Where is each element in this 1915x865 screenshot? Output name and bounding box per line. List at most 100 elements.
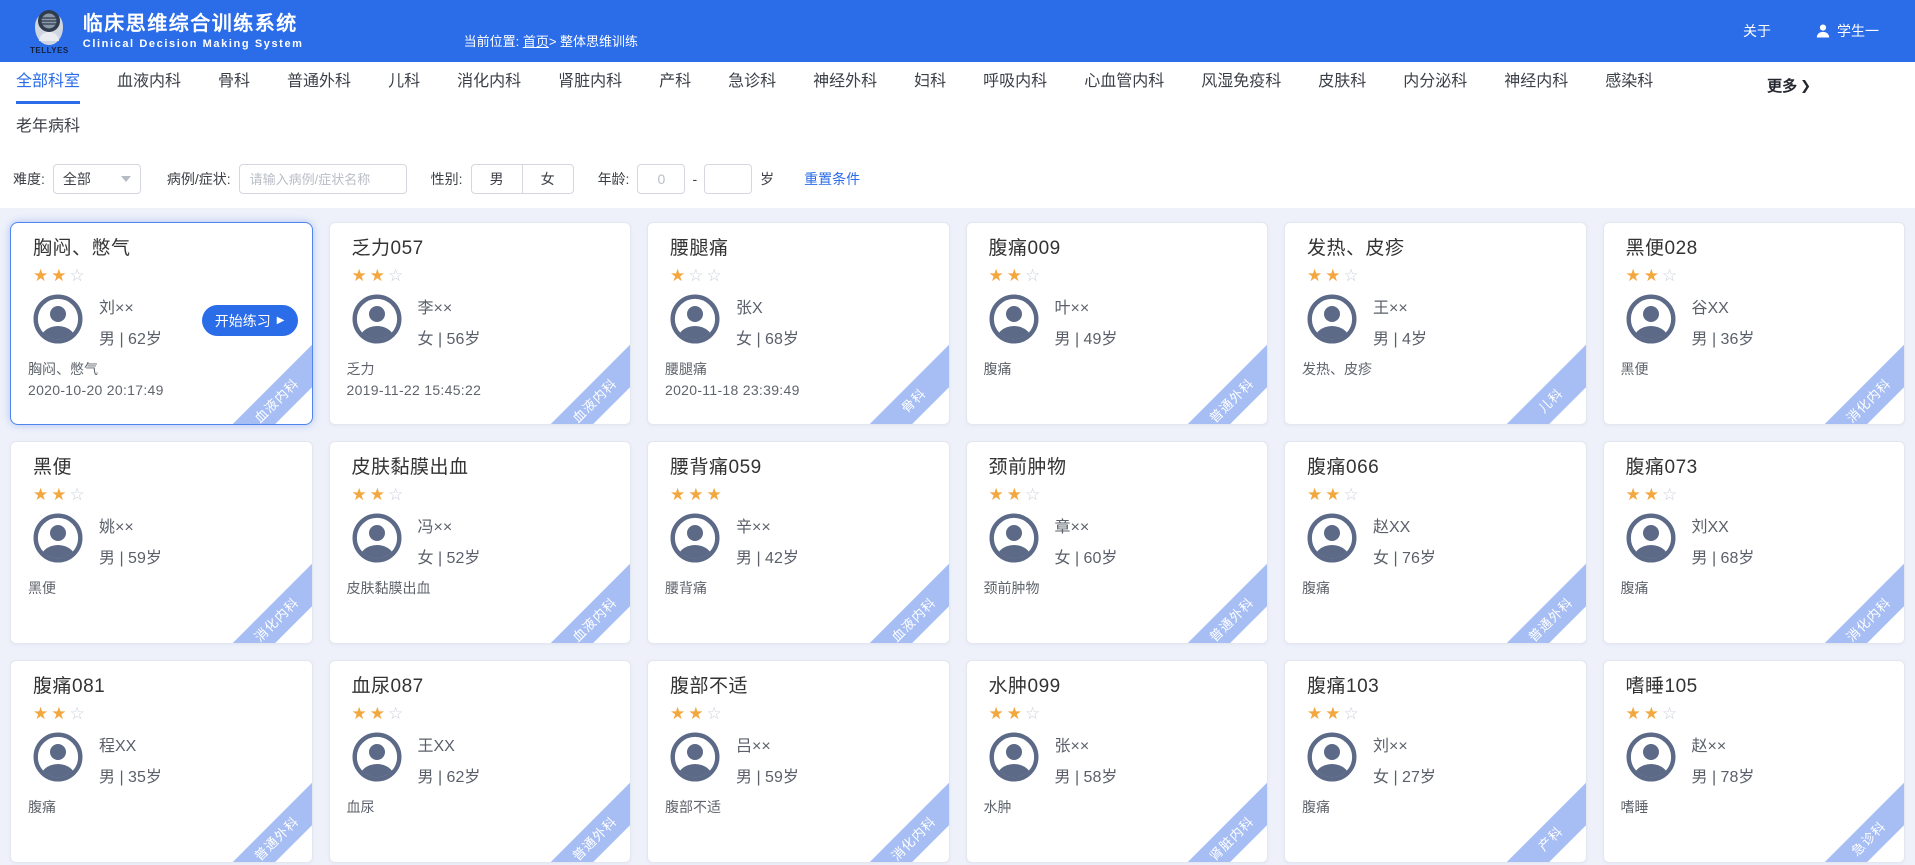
breadcrumb-separator: >	[549, 34, 557, 49]
dept-tab[interactable]: 神经外科	[813, 62, 877, 104]
patient-row: 章××女 | 60岁	[989, 513, 1268, 568]
patient-name: 赵XX	[1373, 513, 1436, 537]
case-card[interactable]: 腹痛081★★☆程XX男 | 35岁腹痛普通外科	[10, 660, 313, 863]
age-max-input[interactable]	[704, 164, 752, 194]
breadcrumb-current: 整体思维训练	[560, 34, 638, 49]
case-card[interactable]: 腹痛009★★☆叶××男 | 49岁腹痛普通外科	[966, 222, 1269, 425]
dept-tab[interactable]: 消化内科	[457, 62, 521, 104]
dept-tab[interactable]: 神经内科	[1504, 62, 1568, 104]
case-card[interactable]: 腹痛073★★☆刘XX男 | 68岁腹痛消化内科	[1603, 441, 1906, 644]
difficulty-stars: ★★☆	[1626, 704, 1905, 724]
patient-row: 冯××女 | 52岁	[352, 513, 631, 568]
star-icon: ☆	[1662, 485, 1680, 504]
case-title: 黑便	[33, 456, 312, 480]
star-icon: ★	[707, 485, 725, 504]
breadcrumb-home-link[interactable]: 首页	[523, 34, 549, 49]
patient-row: 李××女 | 56岁	[352, 294, 631, 349]
case-symptom: 血尿	[347, 797, 375, 817]
case-symptom: 黑便	[28, 578, 56, 598]
case-card[interactable]: 颈前肿物★★☆章××女 | 60岁颈前肿物普通外科	[966, 441, 1269, 644]
dept-tab[interactable]: 急诊科	[728, 62, 776, 104]
chevron-right-icon: ❯	[1800, 78, 1811, 94]
start-practice-label: 开始练习	[215, 311, 271, 331]
patient-gender-age: 男 | 78岁	[1692, 763, 1755, 787]
case-title: 黑便028	[1626, 237, 1905, 261]
more-label: 更多	[1767, 75, 1797, 96]
case-symptom: 皮肤黏膜出血	[347, 578, 431, 598]
case-card[interactable]: 腹部不适★★☆吕××男 | 59岁腹部不适消化内科	[647, 660, 950, 863]
patient-gender-age: 男 | 62岁	[99, 325, 162, 349]
patient-name: 刘××	[1373, 732, 1436, 756]
user-menu[interactable]: 学生一	[1815, 21, 1879, 41]
patient-name: 王XX	[418, 732, 481, 756]
dept-tab[interactable]: 骨科	[218, 62, 250, 104]
patient-row: 刘××女 | 27岁	[1307, 732, 1586, 787]
patient-gender-age: 男 | 49岁	[1055, 325, 1118, 349]
dept-tab[interactable]: 妇科	[914, 62, 946, 104]
dept-tab[interactable]: 风湿免疫科	[1201, 62, 1281, 104]
star-icon: ★	[989, 485, 1007, 504]
case-card[interactable]: 黑便★★☆姚××男 | 59岁黑便消化内科	[10, 441, 313, 644]
patient-gender-age: 男 | 35岁	[99, 763, 162, 787]
patient-meta: 程XX男 | 35岁	[99, 732, 162, 787]
case-symptom: 黑便	[1621, 359, 1649, 379]
case-search-input[interactable]	[239, 164, 407, 194]
dept-tab[interactable]: 普通外科	[287, 62, 351, 104]
dept-tab[interactable]: 儿科	[388, 62, 420, 104]
patient-meta: 谷XX男 | 36岁	[1692, 294, 1755, 349]
dept-tab[interactable]: 感染科	[1605, 62, 1653, 104]
gender-female-button[interactable]: 女	[522, 164, 574, 194]
case-card[interactable]: 乏力057★★☆李××女 | 56岁乏力2019-11-22 15:45:22血…	[329, 222, 632, 425]
dept-tab[interactable]: 内分泌科	[1403, 62, 1467, 104]
age-min-input[interactable]	[637, 164, 685, 194]
case-card[interactable]: 黑便028★★☆谷XX男 | 36岁黑便消化内科	[1603, 222, 1906, 425]
case-title: 腹痛103	[1307, 675, 1586, 699]
patient-name: 刘××	[99, 294, 162, 318]
case-date: 2019-11-22 15:45:22	[347, 382, 482, 398]
case-card[interactable]: 腹痛066★★☆赵XX女 | 76岁腹痛普通外科	[1284, 441, 1587, 644]
dept-tab[interactable]: 全部科室	[16, 62, 80, 104]
case-symptom: 发热、皮疹	[1302, 359, 1372, 379]
case-card[interactable]: 腰腿痛★☆☆张X女 | 68岁腰腿痛2020-11-18 23:39:49骨科	[647, 222, 950, 425]
dept-tab[interactable]: 皮肤科	[1318, 62, 1366, 104]
dept-tab[interactable]: 心血管内科	[1084, 62, 1164, 104]
patient-avatar	[33, 732, 83, 787]
star-icon: ★	[670, 704, 688, 723]
case-symptom: 乏力	[347, 359, 375, 379]
difficulty-stars: ★★☆	[352, 704, 631, 724]
gender-male-button[interactable]: 男	[471, 164, 523, 194]
dept-tab[interactable]: 产科	[659, 62, 691, 104]
case-card[interactable]: 血尿087★★☆王XX男 | 62岁血尿普通外科	[329, 660, 632, 863]
patient-gender-age: 男 | 58岁	[1055, 763, 1118, 787]
case-card[interactable]: 水肿099★★☆张××男 | 58岁水肿肾脏内科	[966, 660, 1269, 863]
star-icon: ☆	[707, 704, 725, 723]
case-card[interactable]: 皮肤黏膜出血★★☆冯××女 | 52岁皮肤黏膜出血血液内科	[329, 441, 632, 644]
more-tab[interactable]: 更多 ❯	[1767, 75, 1811, 96]
patient-row: 刘XX男 | 68岁	[1626, 513, 1905, 568]
cases-section: 胸闷、憋气★★☆刘××男 | 62岁开始练习▶胸闷、憋气2020-10-20 2…	[0, 208, 1915, 865]
patient-avatar	[1626, 294, 1676, 349]
dept-tab[interactable]: 呼吸内科	[983, 62, 1047, 104]
case-card[interactable]: 胸闷、憋气★★☆刘××男 | 62岁开始练习▶胸闷、憋气2020-10-20 2…	[10, 222, 313, 425]
dept-tab[interactable]: 老年病科	[16, 104, 80, 150]
case-symptom: 腹痛	[1302, 797, 1330, 817]
star-icon: ☆	[70, 704, 88, 723]
start-practice-button[interactable]: 开始练习 ▶	[202, 305, 298, 336]
reset-filters-link[interactable]: 重置条件	[804, 169, 860, 189]
case-card[interactable]: 腰背痛059★★★辛××男 | 42岁腰背痛血液内科	[647, 441, 950, 644]
star-icon: ★	[1644, 704, 1662, 723]
star-icon: ★	[51, 704, 69, 723]
patient-avatar	[1307, 513, 1357, 568]
dept-tab[interactable]: 肾脏内科	[558, 62, 622, 104]
star-icon: ★	[1325, 266, 1343, 285]
dept-tab[interactable]: 血液内科	[117, 62, 181, 104]
patient-avatar	[33, 294, 83, 349]
patient-gender-age: 男 | 62岁	[418, 763, 481, 787]
case-card[interactable]: 发热、皮疹★★☆王××男 | 4岁发热、皮疹儿科	[1284, 222, 1587, 425]
patient-gender-age: 女 | 68岁	[736, 325, 799, 349]
case-card[interactable]: 腹痛103★★☆刘××女 | 27岁腹痛产科	[1284, 660, 1587, 863]
difficulty-select[interactable]: 全部	[53, 164, 141, 194]
play-icon: ▶	[277, 316, 285, 326]
about-link[interactable]: 关于	[1743, 21, 1771, 41]
case-card[interactable]: 嗜睡105★★☆赵××男 | 78岁嗜睡急诊科	[1603, 660, 1906, 863]
